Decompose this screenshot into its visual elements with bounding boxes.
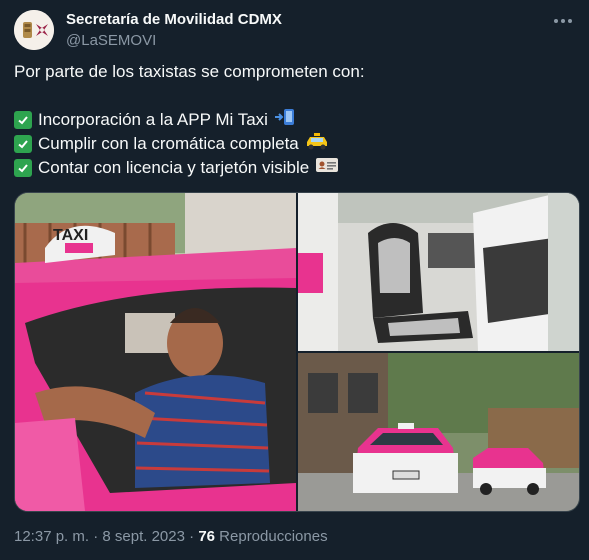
taxi-interior-photo[interactable] [298,193,579,351]
id-card-icon [315,156,339,181]
check-mark-icon [14,159,32,177]
commitment-text: Incorporación a la APP Mi Taxi [38,110,268,129]
more-options-icon[interactable] [551,12,575,30]
tweet-header: Secretaría de Movilidad CDMX @LaSEMOVI [14,10,575,50]
commitment-item: Incorporación a la APP Mi Taxi [14,108,574,132]
author-handle[interactable]: @LaSEMOVI [66,32,156,49]
avatar[interactable] [14,10,54,50]
taxi-sign-label: TAXI [53,227,88,244]
commitment-text: Contar con licencia y tarjetón visible [38,158,310,177]
check-mark-icon [14,135,32,153]
views-count: 76 [198,528,215,545]
author-display-name[interactable]: Secretaría de Movilidad CDMX [66,11,282,28]
views-label: Reproducciones [219,528,328,545]
commitment-text: Cumplir con la cromática completa [38,134,299,153]
tweet-date[interactable]: 8 sept. 2023 [102,528,185,545]
taxi-driver-photo[interactable]: TAXI [15,193,296,511]
commitment-item: Contar con licencia y tarjetón visible [14,156,574,180]
tweet-body: Por parte de los taxistas se comprometen… [14,60,574,180]
meta-separator: · [93,528,99,545]
cdmx-logo-icon [14,10,54,50]
media-grid: TAXI [14,192,580,512]
tweet-meta: 12:37 p. m. · 8 sept. 2023 · 76 Reproduc… [14,528,328,545]
taxi-street-photo[interactable] [298,353,579,511]
tweet-intro: Por parte de los taxistas se comprometen… [14,62,365,81]
tweet-time[interactable]: 12:37 p. m. [14,528,89,545]
check-mark-icon [14,111,32,129]
taxi-icon [305,132,329,157]
meta-separator: · [189,528,195,545]
mobile-arrow-icon [274,108,296,133]
commitment-item: Cumplir con la cromática completa [14,132,574,156]
